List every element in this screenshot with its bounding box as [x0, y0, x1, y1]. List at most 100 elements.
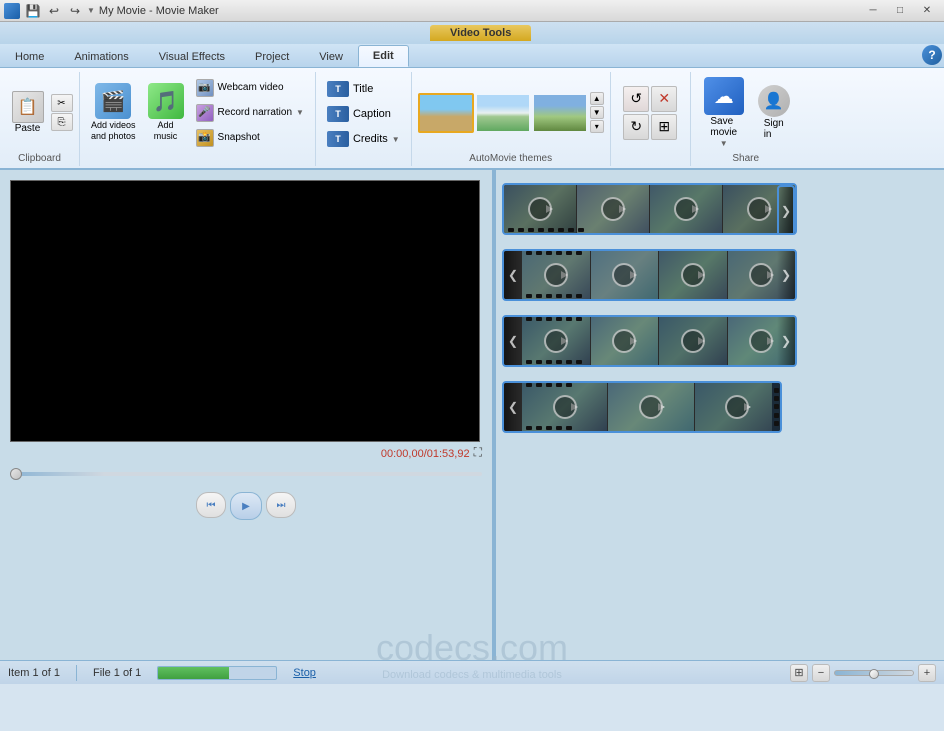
theme-btn-forest[interactable] [532, 93, 588, 133]
gallery-down-button[interactable]: ▼ [590, 106, 604, 119]
progress-bar [157, 666, 277, 680]
ribbon-group-editing: ↺ ✕ ↻ ⊞ Share [611, 72, 691, 166]
play-button[interactable]: ▶ [230, 492, 262, 520]
close-button[interactable]: ✕ [914, 1, 940, 21]
record-narration-button[interactable]: 🎤 Record narration ▼ [191, 101, 309, 125]
slider-thumb[interactable] [10, 468, 22, 480]
add-music-button[interactable]: 🎵 Addmusic [143, 80, 189, 145]
help-button[interactable]: ? [922, 45, 942, 65]
paste-label: Paste [15, 123, 41, 134]
sign-in-label: Signin [764, 118, 784, 140]
sprocket [774, 421, 779, 426]
notch [546, 294, 552, 298]
progress-fill [158, 667, 229, 679]
strip-right-arrow-2: ❯ [777, 251, 795, 299]
fullscreen-button[interactable]: ⛶ [474, 445, 482, 460]
video-tools-band: Video Tools [0, 22, 944, 44]
webcam-video-button[interactable]: 📷 Webcam video [191, 76, 309, 100]
sign-in-button[interactable]: 👤 Signin [753, 82, 795, 143]
minimize-button[interactable]: ─ [860, 1, 886, 21]
add-videos-label: Add videosand photos [91, 120, 136, 142]
timeline-row-2: ❮ ❯ [502, 246, 934, 304]
clipboard-small-btns: ✂ ⎘ [51, 94, 73, 131]
qa-dropdown[interactable]: ▼ [87, 6, 95, 15]
share-label: Share [732, 153, 759, 164]
film-frame[interactable] [608, 383, 693, 431]
film-frames-3 [522, 317, 795, 365]
ribbon-group-add: 🎬 Add videosand photos 🎵 Addmusic 📷 Webc… [80, 72, 316, 166]
stop-button[interactable]: Stop [293, 667, 316, 679]
tab-visual-effects[interactable]: Visual Effects [144, 45, 240, 67]
film-strip-3[interactable]: ❮ ❯ [502, 315, 797, 367]
film-frame[interactable] [659, 317, 727, 365]
rotate-left-button[interactable]: ↺ [623, 86, 649, 112]
film-strip-4[interactable]: ❮ [502, 381, 782, 433]
redo-qa-button[interactable]: ↪ [66, 2, 84, 20]
monitor-toggle-button[interactable]: ⊞ [790, 664, 808, 682]
film-frame[interactable] [522, 383, 607, 431]
theme-btn-sky[interactable] [475, 93, 531, 133]
cut-button[interactable]: ✂ [51, 94, 73, 112]
tab-home[interactable]: Home [0, 45, 59, 67]
maximize-button[interactable]: □ [887, 1, 913, 21]
credits-dropdown-icon[interactable]: ▼ [392, 135, 400, 144]
notch [536, 426, 542, 430]
film-frame[interactable] [695, 383, 780, 431]
zoom-in-button[interactable]: + [918, 664, 936, 682]
save-qa-button[interactable]: 💾 [24, 2, 42, 20]
paste-button[interactable]: 📋 Paste [7, 88, 49, 137]
save-movie-icon: ☁ [704, 77, 744, 115]
copy-button[interactable]: ⎘ [51, 113, 73, 131]
rewind-button[interactable]: ⏮ [196, 492, 226, 518]
theme-img-beach [420, 95, 472, 131]
watermark: codecs.com Download codecs & multimedia … [496, 627, 568, 660]
notch [526, 426, 532, 430]
main-content: 00:00,00/01:53,92 ⛶ ⏮ ▶ ⏭ [0, 170, 944, 660]
film-frame[interactable] [522, 251, 590, 299]
film-frame[interactable] [577, 185, 649, 233]
narrate-dropdown-icon[interactable]: ▼ [296, 108, 304, 117]
sprocket [774, 396, 779, 401]
film-frame[interactable] [650, 185, 722, 233]
sprocket [774, 404, 779, 409]
film-frame[interactable] [504, 185, 576, 233]
film-strip-2[interactable]: ❮ ❯ [502, 249, 797, 301]
rotate-right-button[interactable]: ↻ [623, 114, 649, 140]
sign-in-icon: 👤 [758, 85, 790, 117]
notch [558, 228, 564, 232]
zoom-out-button[interactable]: − [812, 664, 830, 682]
timeline-row-1: ❯ [502, 180, 934, 238]
undo-qa-button[interactable]: ↩ [45, 2, 63, 20]
save-movie-button[interactable]: ☁ Savemovie ▼ [697, 74, 751, 151]
film-strip-1[interactable]: ❯ [502, 183, 797, 235]
strip-right-arrow-1: ❯ [777, 185, 795, 235]
tab-animations[interactable]: Animations [59, 45, 143, 67]
next-frame-button[interactable]: ⏭ [266, 492, 296, 518]
split-button[interactable]: ⊞ [651, 114, 677, 140]
save-movie-dropdown-icon[interactable]: ▼ [720, 139, 728, 148]
film-frame[interactable] [659, 251, 727, 299]
film-frame[interactable] [522, 317, 590, 365]
film-notches-bottom-2 [522, 294, 777, 299]
gallery-expand-button[interactable]: ▾ [590, 120, 604, 133]
notch [526, 251, 532, 255]
zoom-slider[interactable] [834, 670, 914, 676]
credits-button[interactable]: T Credits ▼ [322, 128, 405, 150]
add-videos-button[interactable]: 🎬 Add videosand photos [86, 80, 141, 145]
ribbon-group-clipboard: 📋 Paste ✂ ⎘ Clipboard [0, 72, 80, 166]
tab-edit[interactable]: Edit [358, 45, 409, 67]
tab-view[interactable]: View [304, 45, 358, 67]
gallery-up-button[interactable]: ▲ [590, 92, 604, 105]
title-button[interactable]: T Title [322, 78, 405, 100]
snapshot-button[interactable]: 📸 Snapshot [191, 126, 309, 150]
remove-button[interactable]: ✕ [651, 86, 677, 112]
status-separator-1 [76, 665, 77, 681]
film-frame[interactable] [591, 317, 659, 365]
film-notches-bottom-4 [522, 426, 770, 431]
caption-button[interactable]: T Caption [322, 103, 405, 125]
timeline-slider[interactable] [10, 466, 482, 482]
film-frame[interactable] [591, 251, 659, 299]
tab-project[interactable]: Project [240, 45, 304, 67]
zoom-thumb[interactable] [869, 669, 879, 679]
theme-btn-beach[interactable] [418, 93, 474, 133]
